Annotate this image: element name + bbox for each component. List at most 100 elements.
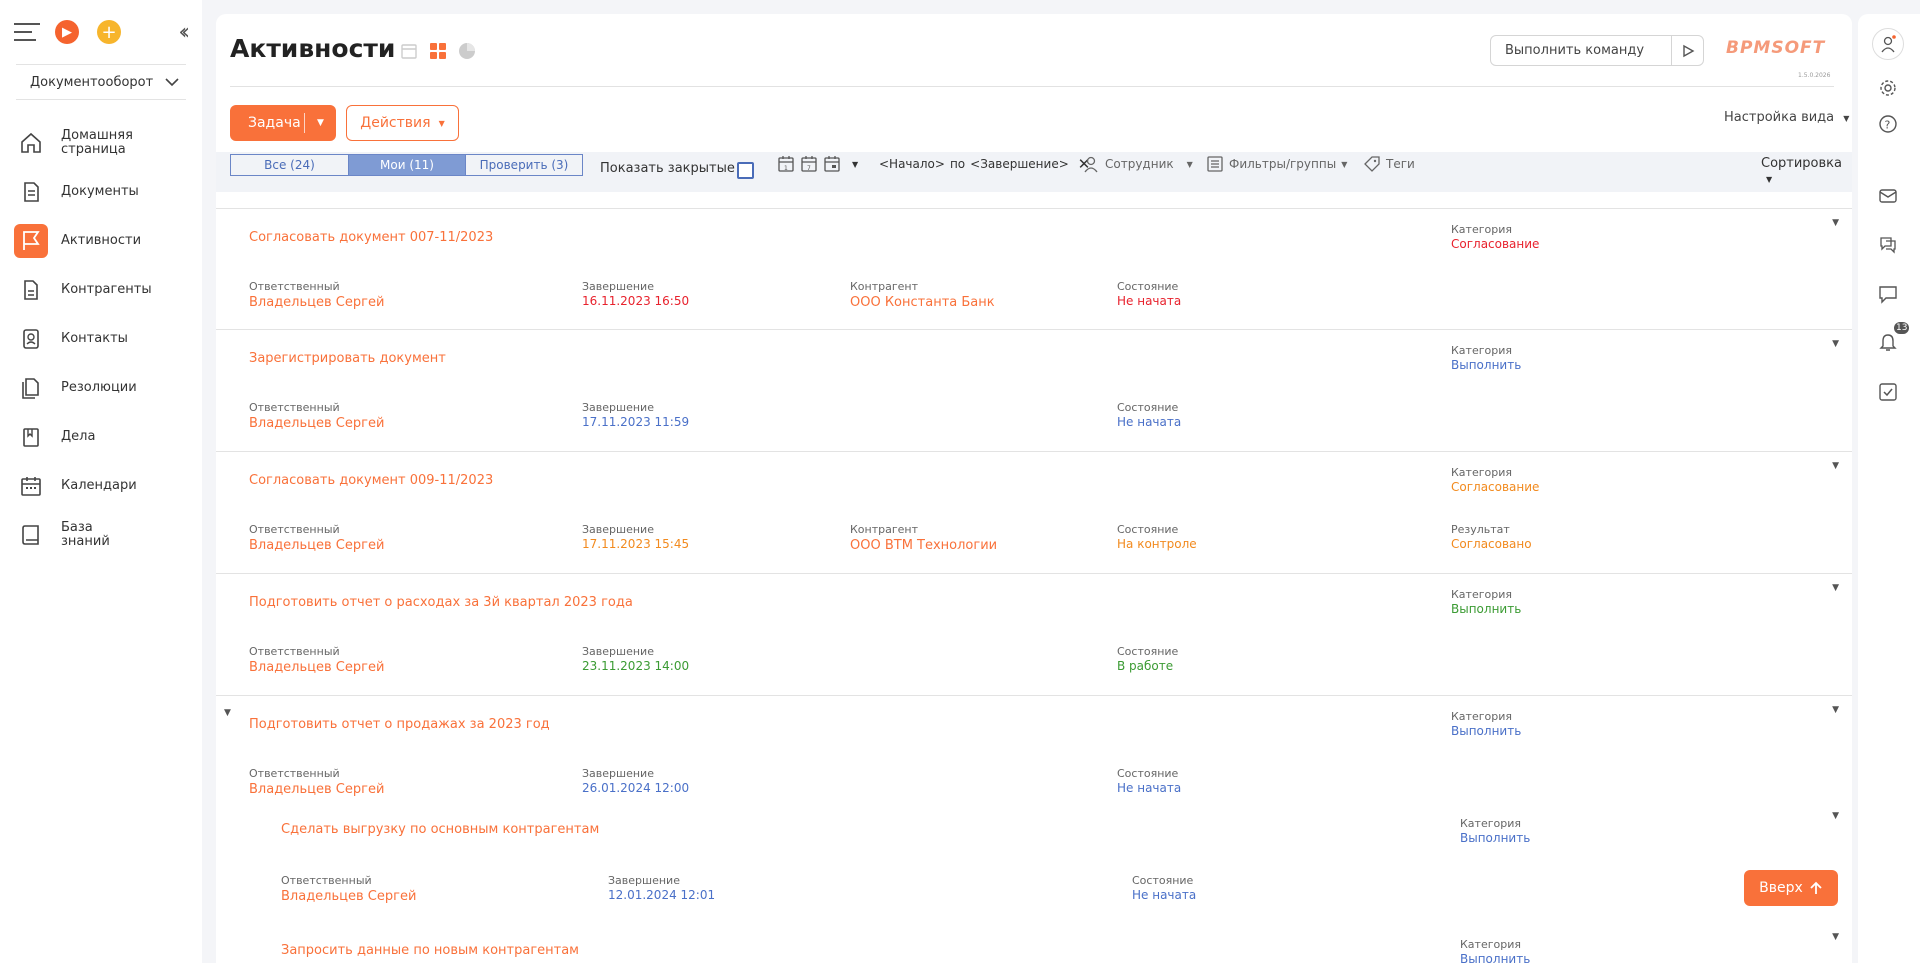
comments-icon[interactable] [1872,278,1904,310]
due-value: 16.11.2023 16:50 [582,294,690,308]
caret-down-icon[interactable]: ▼ [1832,932,1839,942]
collapse-sidebar-icon[interactable]: ‹‹ [178,20,189,45]
owner-link[interactable]: Владельцев Сергей [249,416,384,431]
analytics-view-icon[interactable] [458,42,476,60]
category-value: Выполнить [1460,952,1531,963]
list-item[interactable]: Согласовать документ 007-11/2023 ▼ Катег… [216,208,1852,330]
command-input[interactable]: Выполнить команду [1490,35,1704,66]
child-activity-title[interactable]: Запросить данные по новым контрагентам [281,943,579,958]
caret-down-icon[interactable]: ▼ [1832,811,1839,821]
expand-toggle-icon[interactable]: ▼ [224,708,231,718]
week-calendar-icon[interactable]: 7 [800,155,818,173]
caret-down-icon[interactable]: ▼ [1832,461,1839,471]
activity-title[interactable]: Зарегистрировать документ [249,351,446,366]
period-end[interactable]: <Завершение> [970,157,1069,171]
status-value: Не начата [1117,415,1182,429]
actions-button[interactable]: Действия ▼ [346,105,459,141]
owner-link[interactable]: Владельцев Сергей [249,295,384,310]
period-filter[interactable]: 1 7 ▼ [777,153,858,175]
play-icon[interactable]: ▶ [55,20,79,44]
status-caption: Состояние [1117,280,1179,293]
caret-down-icon: ▼ [438,118,445,128]
activity-title[interactable]: Подготовить отчет о продажах за 2023 год [249,717,550,732]
activity-title[interactable]: Согласовать документ 007-11/2023 [249,230,493,245]
activity-title[interactable]: Подготовить отчет о расходах за 3й кварт… [249,595,633,610]
owner-link[interactable]: Владельцев Сергей [249,538,384,553]
owner-link[interactable]: Владельцев Сергей [249,782,384,797]
child-activity-title[interactable]: Сделать выгрузку по основным контрагента… [281,822,599,837]
calendar-view-icon[interactable] [400,42,418,60]
due-value: 23.11.2023 14:00 [582,659,690,673]
show-closed-checkbox[interactable] [737,162,754,179]
version-label: 1.5.0.2026 [1798,72,1831,79]
month-calendar-icon[interactable] [823,155,841,173]
section-selector[interactable]: Документооборот [16,64,186,100]
list-item[interactable]: Подготовить отчет о расходах за 3й кварт… [216,574,1852,696]
caret-down-icon[interactable]: ▼ [1832,218,1839,228]
scroll-up-button[interactable]: Вверх [1744,870,1838,906]
caret-down-icon: ▼ [1341,159,1348,169]
new-task-label: Задача [248,115,301,131]
gear-icon[interactable] [1872,72,1904,104]
account-caption: Контрагент [850,523,919,536]
sidebar-item-label: Контакты [61,330,128,346]
list-item[interactable]: Зарегистрировать документ ▼ Категория Вы… [216,330,1852,452]
help-icon[interactable]: ? [1872,108,1904,140]
home-icon [14,126,48,160]
category-value: Выполнить [1451,724,1522,738]
tab-mine[interactable]: Мои (11) [348,155,465,175]
sidebar-item-activities[interactable]: Активности [0,216,202,265]
status-caption: Состояние [1117,523,1179,536]
caret-down-icon[interactable]: ▼ [1832,583,1839,593]
owner-caption: Ответственный [249,401,340,414]
sort-button[interactable]: Сортировка ▼ [1761,156,1852,186]
caret-down-icon[interactable]: ▼ [1832,705,1839,715]
owner-link[interactable]: Владельцев Сергей [249,660,384,675]
filters-groups-label: Фильтры/группы [1229,157,1337,171]
sidebar-item-cases[interactable]: Дела [0,412,202,461]
status-caption: Состояние [1117,401,1179,414]
email-icon[interactable] [1872,180,1904,212]
category-caption: Категория [1460,938,1521,951]
filters-groups-button[interactable]: Фильтры/группы ▼ [1206,153,1347,175]
new-task-button[interactable]: Задача ▼ [230,105,336,141]
section-selector-label: Документооборот [30,74,154,90]
category-caption: Категория [1451,223,1512,236]
account-link[interactable]: ООО BTM Технологии [850,538,997,553]
caret-down-icon: ▼ [1843,114,1850,123]
tab-review[interactable]: Проверить (3) [465,155,582,175]
list-item[interactable]: Согласовать документ 009-11/2023 ▼ Катег… [216,452,1852,574]
sidebar-item-home[interactable]: Домашняя страница [0,118,202,167]
owner-link[interactable]: Владельцев Сергей [281,889,416,904]
svg-text:1: 1 [784,165,788,172]
sidebar-item-accounts[interactable]: Контрагенты [0,265,202,314]
tab-all[interactable]: Все (24) [231,155,348,175]
view-settings-button[interactable]: Настройка вида ▼ [1724,110,1849,125]
sidebar-item-resolutions[interactable]: Резолюции [0,363,202,412]
add-icon[interactable]: + [97,20,121,44]
account-link[interactable]: ООО Константа Банк [850,295,995,310]
menu-icon[interactable] [14,23,40,41]
list-item[interactable]: ▼ Подготовить отчет о продажах за 2023 г… [216,696,1852,963]
caret-down-icon[interactable]: ▼ [305,118,336,128]
chat-icon[interactable] [1872,228,1904,260]
resolutions-icon [14,371,48,405]
employee-filter[interactable]: Сотрудник ▼ [1082,153,1193,175]
sidebar-item-calendars[interactable]: Календари [0,461,202,510]
tags-button[interactable]: Теги [1363,153,1415,175]
sidebar-item-documents[interactable]: Документы [0,167,202,216]
run-command-button[interactable] [1671,36,1703,65]
grid-view-icon[interactable] [429,42,447,60]
caret-down-icon[interactable]: ▼ [1832,339,1839,349]
due-value: 17.11.2023 15:45 [582,537,690,551]
profile-icon[interactable] [1872,28,1904,60]
activity-title[interactable]: Согласовать документ 009-11/2023 [249,473,493,488]
period-range[interactable]: <Начало> по <Завершение> ✕ [879,153,1090,175]
tasks-icon[interactable] [1872,376,1904,408]
caret-down-icon[interactable]: ▼ [852,160,858,169]
sidebar-item-label: Домашняя страница [61,127,133,157]
sidebar-item-knowledge-base[interactable]: База знаний [0,510,202,559]
sidebar-item-contacts[interactable]: Контакты [0,314,202,363]
period-start[interactable]: <Начало> [879,157,945,171]
day-calendar-icon[interactable]: 1 [777,155,795,173]
